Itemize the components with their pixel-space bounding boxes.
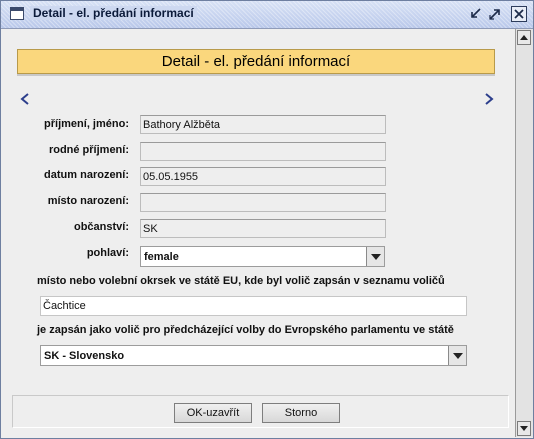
triangle-down-icon <box>452 352 463 359</box>
surname-field[interactable]: Bathory Alžběta <box>140 115 386 134</box>
triangle-down-icon <box>370 253 381 260</box>
maximize-button[interactable] <box>487 6 503 22</box>
birth-date-label: datum narození: <box>44 169 129 181</box>
previous-state-label: je zapsán jako volič pro předcházející v… <box>37 324 454 336</box>
previous-record-button[interactable] <box>19 91 31 105</box>
triangle-up-icon <box>520 35 528 40</box>
chevron-left-icon <box>20 93 29 105</box>
previous-state-select-value: SK - Slovensko <box>44 350 125 362</box>
next-record-button[interactable] <box>483 91 495 105</box>
section-header: Detail - el. předání informací <box>17 49 495 74</box>
minimize-button[interactable] <box>467 6 483 22</box>
gender-select[interactable]: female <box>140 246 385 267</box>
close-icon <box>514 9 524 19</box>
gender-select-value: female <box>144 251 179 263</box>
maximize-icon <box>489 9 500 20</box>
birth-place-label: místo narození: <box>47 195 129 207</box>
dialog-content: Detail - el. předání informací příjmení,… <box>1 29 514 438</box>
minimize-icon <box>471 8 481 18</box>
vertical-scrollbar[interactable] <box>515 29 533 437</box>
cancel-button[interactable]: Storno <box>262 403 340 423</box>
birth-surname-field[interactable] <box>140 142 386 161</box>
previous-state-select[interactable]: SK - Slovensko <box>40 345 467 366</box>
district-field[interactable]: Čachtice <box>40 296 467 316</box>
title-bar[interactable]: Detail - el. předání informací <box>1 1 533 29</box>
citizenship-field[interactable]: SK <box>140 219 386 238</box>
previous-state-dropdown-button[interactable] <box>448 346 466 365</box>
citizenship-label: občanství: <box>73 221 129 233</box>
birth-place-field[interactable] <box>140 193 386 212</box>
birth-surname-label: rodné příjmení: <box>48 144 129 156</box>
button-panel <box>12 395 509 428</box>
ok-close-button[interactable]: OK-uzavřít <box>174 403 252 423</box>
surname-label: příjmení, jméno: <box>44 118 129 130</box>
close-button[interactable] <box>511 6 527 22</box>
dialog-window: Detail - el. předání informací Detail - … <box>0 0 534 439</box>
scroll-up-button[interactable] <box>517 30 531 45</box>
gender-dropdown-button[interactable] <box>366 247 384 266</box>
window-icon <box>10 7 24 20</box>
chevron-right-icon <box>485 93 494 105</box>
gender-label: pohlaví: <box>86 247 129 259</box>
triangle-down-icon <box>520 426 528 431</box>
district-label: místo nebo volební okrsek ve státě EU, k… <box>37 275 445 287</box>
window-title: Detail - el. předání informací <box>30 6 197 20</box>
birth-date-field[interactable]: 05.05.1955 <box>140 167 386 186</box>
scroll-down-button[interactable] <box>517 421 531 436</box>
